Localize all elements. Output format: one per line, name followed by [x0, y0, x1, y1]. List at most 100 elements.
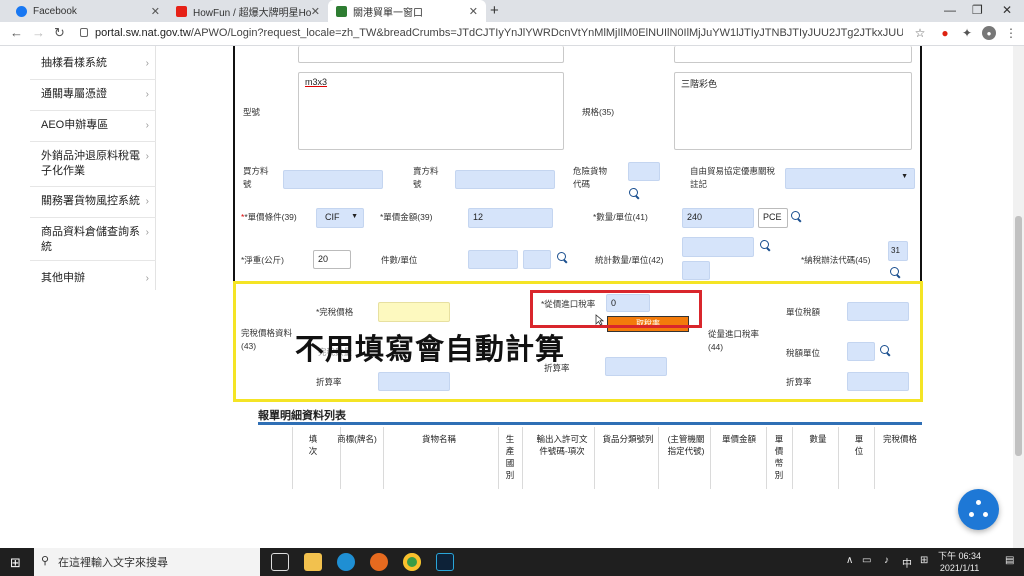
seller-item-input[interactable]: [455, 170, 555, 189]
clock-date: 2021/1/11: [939, 563, 980, 573]
sidebar-item-drawback[interactable]: 外銷品沖退原料稅電子化作業 ›: [41, 149, 149, 179]
column-header: 貨物名稱: [421, 434, 456, 444]
chevron-right-icon: ›: [145, 196, 149, 207]
scrollbar-thumb[interactable]: [1015, 216, 1022, 456]
task-view-icon[interactable]: [271, 553, 289, 571]
unit-tax-input[interactable]: [847, 302, 909, 321]
mouse-cursor-icon: [595, 314, 604, 326]
tax-method-input[interactable]: 31: [888, 241, 908, 261]
spec-textarea[interactable]: 三階彩色: [674, 72, 912, 150]
unit-price-terms-select[interactable]: CIF ▼: [316, 208, 364, 228]
divider: [30, 186, 156, 187]
search-icon[interactable]: [880, 345, 891, 356]
tab-title: 關港貿單一窗口: [353, 7, 423, 19]
spec-value: 三階彩色: [681, 79, 718, 89]
forward-icon[interactable]: →: [32, 25, 45, 40]
volume-icon[interactable]: ♪: [884, 555, 889, 566]
model-textarea[interactable]: m3x3: [298, 72, 564, 150]
label-text: *單價條件(39): [244, 212, 297, 222]
divider: [766, 427, 767, 489]
ime-icon[interactable]: 中: [902, 555, 912, 570]
stat-quantity-label: 統計數量/單位(42): [595, 255, 664, 265]
opera-icon[interactable]: ●: [938, 26, 952, 40]
tab-howfun[interactable]: HowFun / 超爆大牌明星How哥 ✕: [168, 0, 328, 22]
address-bar[interactable]: portal.sw.nat.gov.tw/APWO/Login?request_…: [95, 27, 903, 39]
sidebar: 抽樣看樣系統 › 通關專屬憑證 › AEO申辦專區 › 外銷品沖退原料稅電子化作業 › …: [30, 46, 156, 290]
conversion-rate-label-left: 折算率: [316, 377, 342, 387]
buyer-item-input[interactable]: [283, 170, 383, 189]
tax-unit-label: 稅額單位: [786, 348, 821, 358]
windows-start-icon[interactable]: ⊞: [10, 555, 21, 571]
divider: [30, 110, 156, 111]
unit-price-amount-input[interactable]: 12: [468, 208, 553, 228]
chrome-icon[interactable]: [403, 553, 421, 571]
sidebar-item-risk-control[interactable]: 關務署貨物風控系統 ›: [41, 194, 153, 209]
floating-menu-button[interactable]: [958, 489, 999, 530]
taxable-price-input[interactable]: [378, 302, 450, 322]
stat-unit-input[interactable]: [682, 261, 710, 280]
notification-icon[interactable]: ▤: [1005, 555, 1014, 566]
fta-select[interactable]: ▼: [785, 168, 915, 189]
quantity-unit-input[interactable]: PCE: [758, 208, 788, 228]
search-icon[interactable]: [791, 211, 802, 222]
divider: [498, 427, 499, 489]
specific-rate-group-label: 從量進口稅率(44): [708, 329, 760, 352]
back-icon[interactable]: ←: [10, 25, 23, 40]
textarea-above-spec[interactable]: [674, 46, 912, 63]
net-weight-input[interactable]: 20: [313, 250, 351, 269]
sidebar-item-certificate[interactable]: 通關專屬憑證 ›: [41, 87, 153, 102]
column-header: 數量: [809, 434, 827, 444]
quantity-input[interactable]: 240: [682, 208, 754, 228]
firefox-icon[interactable]: [370, 553, 388, 571]
close-icon[interactable]: ✕: [469, 5, 478, 18]
sidebar-item-sampling[interactable]: 抽樣看樣系統 ›: [41, 56, 153, 71]
tax-unit-input[interactable]: [847, 342, 875, 361]
search-icon[interactable]: [890, 267, 901, 278]
new-tab-button[interactable]: +: [490, 2, 499, 19]
column-header: 單價幣別: [774, 434, 784, 480]
network-icon[interactable]: ▭: [862, 555, 871, 566]
pieces-unit-input[interactable]: [523, 250, 551, 269]
restore-icon[interactable]: ❐: [972, 3, 983, 17]
taxable-price-label: *完稅價格: [316, 307, 354, 317]
search-icon[interactable]: [629, 188, 640, 199]
sidebar-item-aeo[interactable]: AEO申辦專區 ›: [41, 118, 153, 133]
minimize-icon[interactable]: —: [944, 3, 956, 17]
tray-chevron-icon[interactable]: ∧: [846, 555, 853, 566]
divider: [383, 427, 384, 489]
conversion-rate-input-left[interactable]: [378, 372, 450, 391]
dot: [969, 512, 974, 517]
stat-quantity-input[interactable]: [682, 237, 754, 257]
extensions-icon[interactable]: ✦: [960, 26, 974, 40]
bookmark-star-icon[interactable]: ☆: [913, 26, 927, 40]
profile-avatar[interactable]: ●: [982, 26, 996, 40]
close-icon[interactable]: ✕: [311, 5, 320, 18]
search-icon[interactable]: [557, 252, 568, 263]
tab-facebook[interactable]: Facebook ✕: [8, 0, 168, 22]
file-explorer-icon[interactable]: [304, 553, 322, 571]
sidebar-item-other[interactable]: 其他申辦 ›: [41, 271, 153, 286]
pieces-input[interactable]: [468, 250, 518, 269]
ime-mode-icon[interactable]: ⊞: [920, 555, 928, 566]
close-icon[interactable]: ✕: [151, 5, 160, 18]
chevron-right-icon: ›: [145, 273, 149, 284]
lock-icon: [80, 28, 88, 37]
sidebar-item-warehouse[interactable]: 商品資料倉儲查詢系統 ›: [41, 225, 149, 255]
app-icon[interactable]: [436, 553, 454, 571]
conversion-rate-input-mid[interactable]: [605, 357, 667, 376]
search-icon[interactable]: [760, 240, 771, 251]
taskbar-search-input[interactable]: ⚲ 在這裡輸入文字來搜尋: [34, 548, 260, 576]
page-scrollbar[interactable]: [1013, 46, 1024, 548]
divider: [30, 260, 156, 261]
menu-icon[interactable]: ⋮: [1004, 26, 1018, 40]
reload-icon[interactable]: ↻: [54, 25, 65, 41]
tab-customs-portal[interactable]: 關港貿單一窗口 ✕: [328, 0, 486, 22]
dangerous-goods-input[interactable]: [628, 162, 660, 181]
taskbar-clock[interactable]: 下午 06:34 2021/1/11: [938, 550, 981, 574]
window-close-icon[interactable]: ✕: [1002, 3, 1012, 17]
dangerous-goods-label: 危險貨物代碼: [573, 166, 608, 189]
conversion-rate-input-right[interactable]: [847, 372, 909, 391]
textarea-above-model[interactable]: [298, 46, 564, 63]
edge-icon[interactable]: [337, 553, 355, 571]
sidebar-item-label: 商品資料倉儲查詢系統: [41, 226, 140, 253]
